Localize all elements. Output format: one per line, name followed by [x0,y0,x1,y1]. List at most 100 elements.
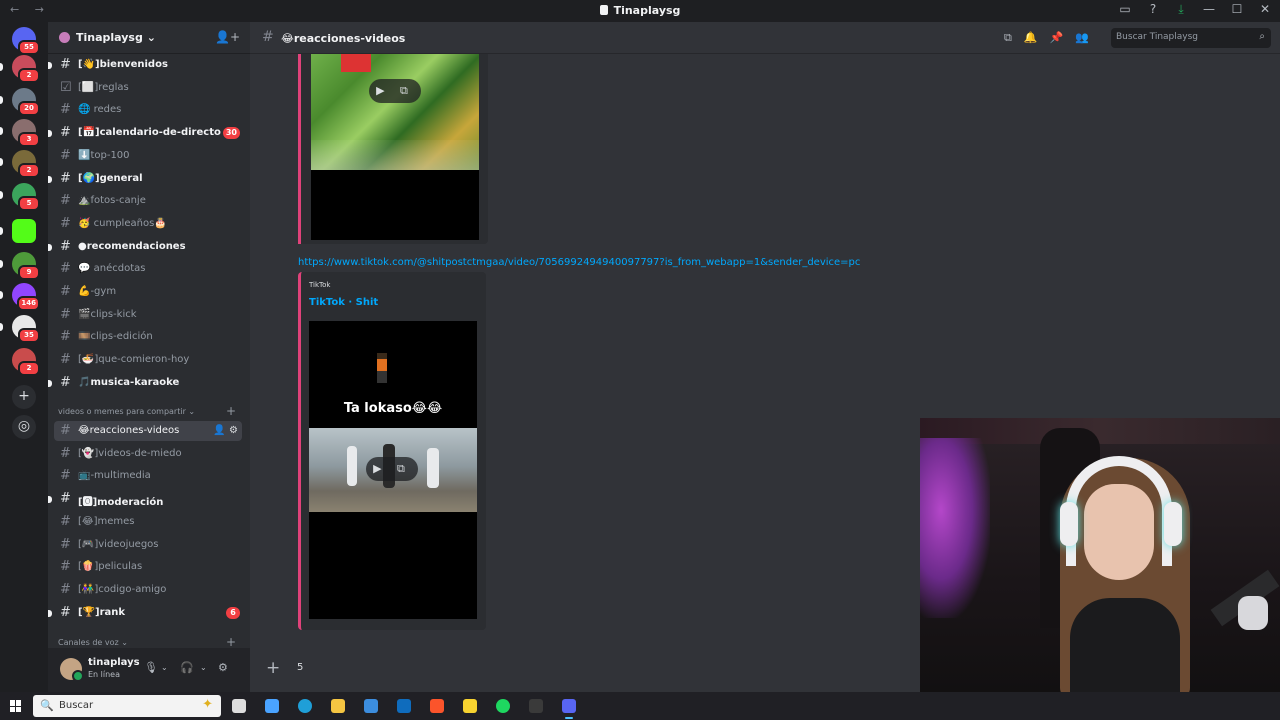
embed-title[interactable]: TikTok · Shit [309,297,378,308]
add-server-button[interactable]: + [12,385,36,409]
help-icon[interactable]: ? [1146,2,1160,17]
discover-servers-button[interactable]: ◎ [12,415,36,439]
channel-item[interactable]: # [👫]codigo-amigo [54,580,242,600]
channel-name: [🅾]moderación [78,497,164,509]
play-button[interactable]: ▶ ⧉ [369,79,421,103]
channel-name: [📅]calendario-de-directo [78,127,221,139]
guild-3-icon[interactable]: 3 [12,119,40,147]
server-list: + ◎ 55 2 20 3 2 5 9 146 35 2 [0,22,48,692]
start-button-icon[interactable] [10,700,22,712]
members-icon[interactable]: 👥 [1075,31,1089,45]
channel-item[interactable]: # 🎵musica-karaoke [48,373,242,393]
sticky-notes-icon[interactable] [463,699,477,713]
channel-item[interactable]: ☑ [⬜]reglas [54,78,242,98]
store-icon[interactable] [364,699,378,713]
channel-item[interactable]: # [👋]bienvenidos [48,55,242,75]
invite-people-icon[interactable]: 👤+ [215,30,240,44]
window-title-text: Tinaplaysg [613,4,681,17]
threads-icon[interactable]: ⧉ [1004,31,1012,45]
guild-mario-icon[interactable]: 9 [12,252,40,280]
channel-settings-icon[interactable]: 👤 ⚙ [213,425,238,436]
microphone-icon[interactable]: 🎙 [144,661,158,674]
channel-item[interactable]: # [🎮]videojuegos [54,535,242,555]
channel-item[interactable]: # [🅾]moderación [48,489,242,509]
copilot-icon[interactable] [265,699,279,713]
category-voice-channels[interactable]: Canales de voz ⌄ + [58,635,236,649]
message-list: ▶ ⧉ https://www.tiktok.com/@shitpostctmg… [250,54,920,648]
channel-item[interactable]: # 😂reacciones-videos 👤 ⚙ [54,421,242,441]
video-player[interactable]: Ta lokaso😂😂 ▶ ⧉ [309,321,477,619]
play-button[interactable]: ▶ ⧉ [366,457,418,481]
video-figure [377,353,387,383]
mention-badge: 30 [222,127,240,140]
channel-name: [🌍]general [78,172,143,184]
channel-item[interactable]: # ●recomendaciones [48,237,242,257]
download-icon[interactable]: ⤓ [1174,2,1188,17]
channel-item[interactable]: # ⬇️top-100 [54,146,242,166]
channel-item[interactable]: # [😂]memes [54,512,242,532]
channel-item[interactable]: # 🌐 redes [54,100,242,120]
search-input[interactable]: Buscar Tinaplaysg ⌕ [1111,28,1271,48]
channel-item[interactable]: # [🍜]que-comieron-hoy [54,350,242,370]
message-input[interactable]: 5 [297,662,303,673]
attach-plus-icon[interactable]: + [266,658,280,678]
chevron-down-icon[interactable]: ⌄ [200,663,207,672]
channel-name: 💪-gym [78,286,117,297]
file-explorer-icon[interactable] [331,699,345,713]
channel-name: [👻]videos-de-miedo [78,447,182,459]
bell-icon[interactable]: 🔔 [1024,31,1038,45]
taskbar-search-label: Buscar [59,700,94,711]
channel-item[interactable]: # ⛰️fotos-canje [54,191,242,211]
channel-item[interactable]: # 💪-gym [54,282,242,302]
maximize-icon[interactable]: ☐ [1230,2,1244,17]
guild-4-icon[interactable]: 2 [12,150,40,178]
channel-item[interactable]: # 🎞️clips-edición [54,327,242,347]
channel-item[interactable]: # [🌍]general [48,169,242,189]
username[interactable]: tinaplays [88,657,140,668]
brave-icon[interactable] [430,699,444,713]
close-icon[interactable]: ✕ [1258,2,1272,17]
user-status: En línea [88,670,121,679]
window-controls: ▭ ? ⤓ — ☐ ✕ [1118,2,1272,17]
channel-hash-icon: # [60,147,71,163]
create-channel-icon[interactable]: + [226,635,236,649]
pin-icon[interactable]: 📌 [1050,31,1064,45]
minimize-icon[interactable]: — [1202,2,1216,17]
category-videos-memes[interactable]: videos o memes para compartir ⌄ + [58,404,236,418]
channel-item[interactable]: # [🍿]peliculas [54,557,242,577]
channel-item[interactable]: # 💬 anécdotas [54,259,242,279]
server-header[interactable]: Tinaplaysg ⌄ 👤+ [48,22,250,54]
inbox-icon[interactable]: ▭ [1118,2,1132,17]
direct-messages-icon[interactable]: 55 [12,27,40,55]
chevron-down-icon[interactable]: ⌄ [161,663,168,672]
spotify-icon[interactable] [496,699,510,713]
channel-item[interactable]: # [📅]calendario-de-directo 30 [48,123,242,143]
channel-item[interactable]: # [👻]videos-de-miedo [54,444,242,464]
guild-kick-icon[interactable] [12,219,36,243]
channel-item[interactable]: # 📺-multimedia [54,466,242,486]
tiktok-link[interactable]: https://www.tiktok.com/@shitpostctmgaa/v… [298,257,860,268]
channel-item[interactable]: # 🎬clips-kick [54,305,242,325]
channel-item[interactable]: # [🏆]rank 6 [48,603,242,623]
video-player[interactable]: ▶ ⧉ [311,54,479,240]
message-composer[interactable]: + 5 [250,648,920,692]
guild-5-icon[interactable]: 5 [12,183,40,211]
create-channel-icon[interactable]: + [226,404,236,418]
outlook-icon[interactable] [397,699,411,713]
taskbar-search[interactable]: 🔍 Buscar ✦ [33,695,221,717]
channel-hash-icon: # [60,423,71,438]
edge-icon[interactable] [298,699,312,713]
guild-8-icon[interactable]: 35 [12,315,40,343]
discord-icon[interactable] [562,699,576,719]
task-view-icon[interactable] [232,699,246,713]
channel-item[interactable]: # 🥳 cumpleaños🎂 [54,214,242,234]
settings-gear-icon[interactable]: ⚙ [218,661,228,674]
guild-twitch-icon[interactable]: 146 [12,283,40,311]
guild-tinaplaysg-icon[interactable]: 2 [12,348,40,376]
headset-icon[interactable]: 🎧 [180,661,194,674]
guild-2-icon[interactable]: 20 [12,88,40,116]
avatar[interactable] [60,658,84,682]
windows-taskbar: 🔍 Buscar ✦ [0,692,1280,720]
guild-1-icon[interactable]: 2 [12,55,40,83]
obs-icon[interactable] [529,699,543,713]
